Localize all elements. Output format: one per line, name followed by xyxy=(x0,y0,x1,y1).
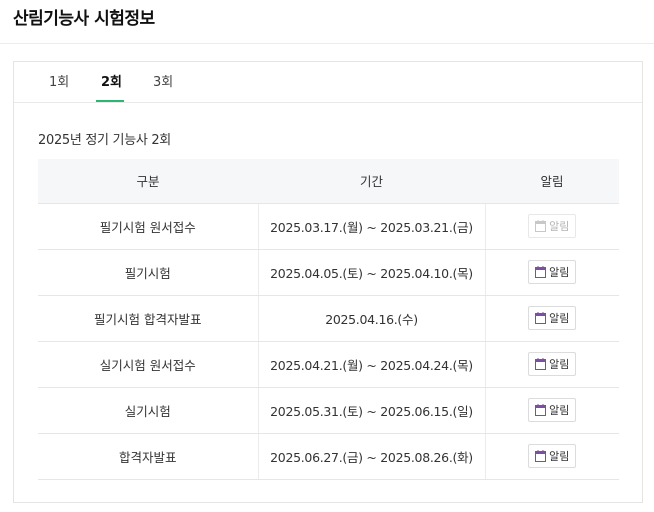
table-row: 필기시험 2025.04.05.(토) ~ 2025.04.10.(목) 알림 xyxy=(38,249,619,296)
alarm-button-label: 알림 xyxy=(549,220,570,233)
calendar-icon xyxy=(535,404,547,416)
alarm-button-label: 알림 xyxy=(549,358,570,371)
row-type: 실기시험 원서접수 xyxy=(38,341,258,388)
alarm-button[interactable]: 알림 xyxy=(528,398,577,422)
table-row: 실기시험 원서접수 2025.04.21.(월) ~ 2025.04.24.(목)… xyxy=(38,341,619,388)
tab-round-2[interactable]: 2회 xyxy=(101,75,122,91)
row-alarm-cell: 알림 xyxy=(484,387,619,434)
alarm-button-label: 알림 xyxy=(549,450,570,463)
calendar-icon xyxy=(535,266,547,278)
calendar-icon xyxy=(535,450,547,462)
row-period: 2025.04.05.(토) ~ 2025.04.10.(목) xyxy=(257,249,485,296)
table-header-row: 구분 기간 알림 xyxy=(38,159,619,204)
row-type: 필기시험 합격자발표 xyxy=(38,295,258,342)
table-row: 실기시험 2025.05.31.(토) ~ 2025.06.15.(일) 알림 xyxy=(38,387,619,434)
row-type: 필기시험 원서접수 xyxy=(38,203,258,250)
active-tab-indicator xyxy=(96,100,124,102)
row-alarm-cell: 알림 xyxy=(484,203,619,250)
alarm-button: 알림 xyxy=(528,214,577,238)
tab-round-1[interactable]: 1회 xyxy=(49,75,69,91)
alarm-button-label: 알림 xyxy=(549,404,570,417)
calendar-icon xyxy=(535,312,547,324)
alarm-button-label: 알림 xyxy=(549,312,570,325)
row-type: 합격자발표 xyxy=(38,433,258,480)
page-title: 산림기능사 시험정보 xyxy=(13,9,155,29)
calendar-icon xyxy=(535,358,547,370)
row-period: 2025.06.27.(금) ~ 2025.08.26.(화) xyxy=(257,433,485,480)
row-period: 2025.04.21.(월) ~ 2025.04.24.(목) xyxy=(257,341,485,388)
alarm-button[interactable]: 알림 xyxy=(528,260,577,284)
round-title: 2025년 정기 기능사 2회 xyxy=(38,133,171,148)
table-row: 필기시험 원서접수 2025.03.17.(월) ~ 2025.03.21.(금)… xyxy=(38,203,619,250)
row-period: 2025.03.17.(월) ~ 2025.03.21.(금) xyxy=(257,203,485,250)
schedule-table: 구분 기간 알림 필기시험 원서접수 2025.03.17.(월) ~ 2025.… xyxy=(38,159,619,480)
alarm-button[interactable]: 알림 xyxy=(528,444,577,468)
schedule-body: 필기시험 원서접수 2025.03.17.(월) ~ 2025.03.21.(금)… xyxy=(38,203,619,480)
row-alarm-cell: 알림 xyxy=(484,341,619,388)
row-alarm-cell: 알림 xyxy=(484,433,619,480)
header-type: 구분 xyxy=(38,159,258,204)
header-period: 기간 xyxy=(258,159,485,204)
row-type: 실기시험 xyxy=(38,387,258,434)
exam-info-card: 1회 2회 3회 2025년 정기 기능사 2회 구분 기간 알림 필기시험 원… xyxy=(13,61,643,503)
row-period: 2025.04.16.(수) xyxy=(257,295,485,342)
alarm-button-label: 알림 xyxy=(549,266,570,279)
page-header: 산림기능사 시험정보 xyxy=(0,0,654,44)
tab-round-3[interactable]: 3회 xyxy=(153,75,173,91)
table-row: 필기시험 합격자발표 2025.04.16.(수) 알림 xyxy=(38,295,619,342)
round-tabs: 1회 2회 3회 xyxy=(14,62,642,103)
row-type: 필기시험 xyxy=(38,249,258,296)
calendar-icon xyxy=(535,220,547,232)
row-alarm-cell: 알림 xyxy=(484,295,619,342)
alarm-button[interactable]: 알림 xyxy=(528,352,577,376)
header-alarm: 알림 xyxy=(485,159,619,204)
alarm-button[interactable]: 알림 xyxy=(528,306,577,330)
row-alarm-cell: 알림 xyxy=(484,249,619,296)
table-row: 합격자발표 2025.06.27.(금) ~ 2025.08.26.(화) 알림 xyxy=(38,433,619,480)
row-period: 2025.05.31.(토) ~ 2025.06.15.(일) xyxy=(257,387,485,434)
